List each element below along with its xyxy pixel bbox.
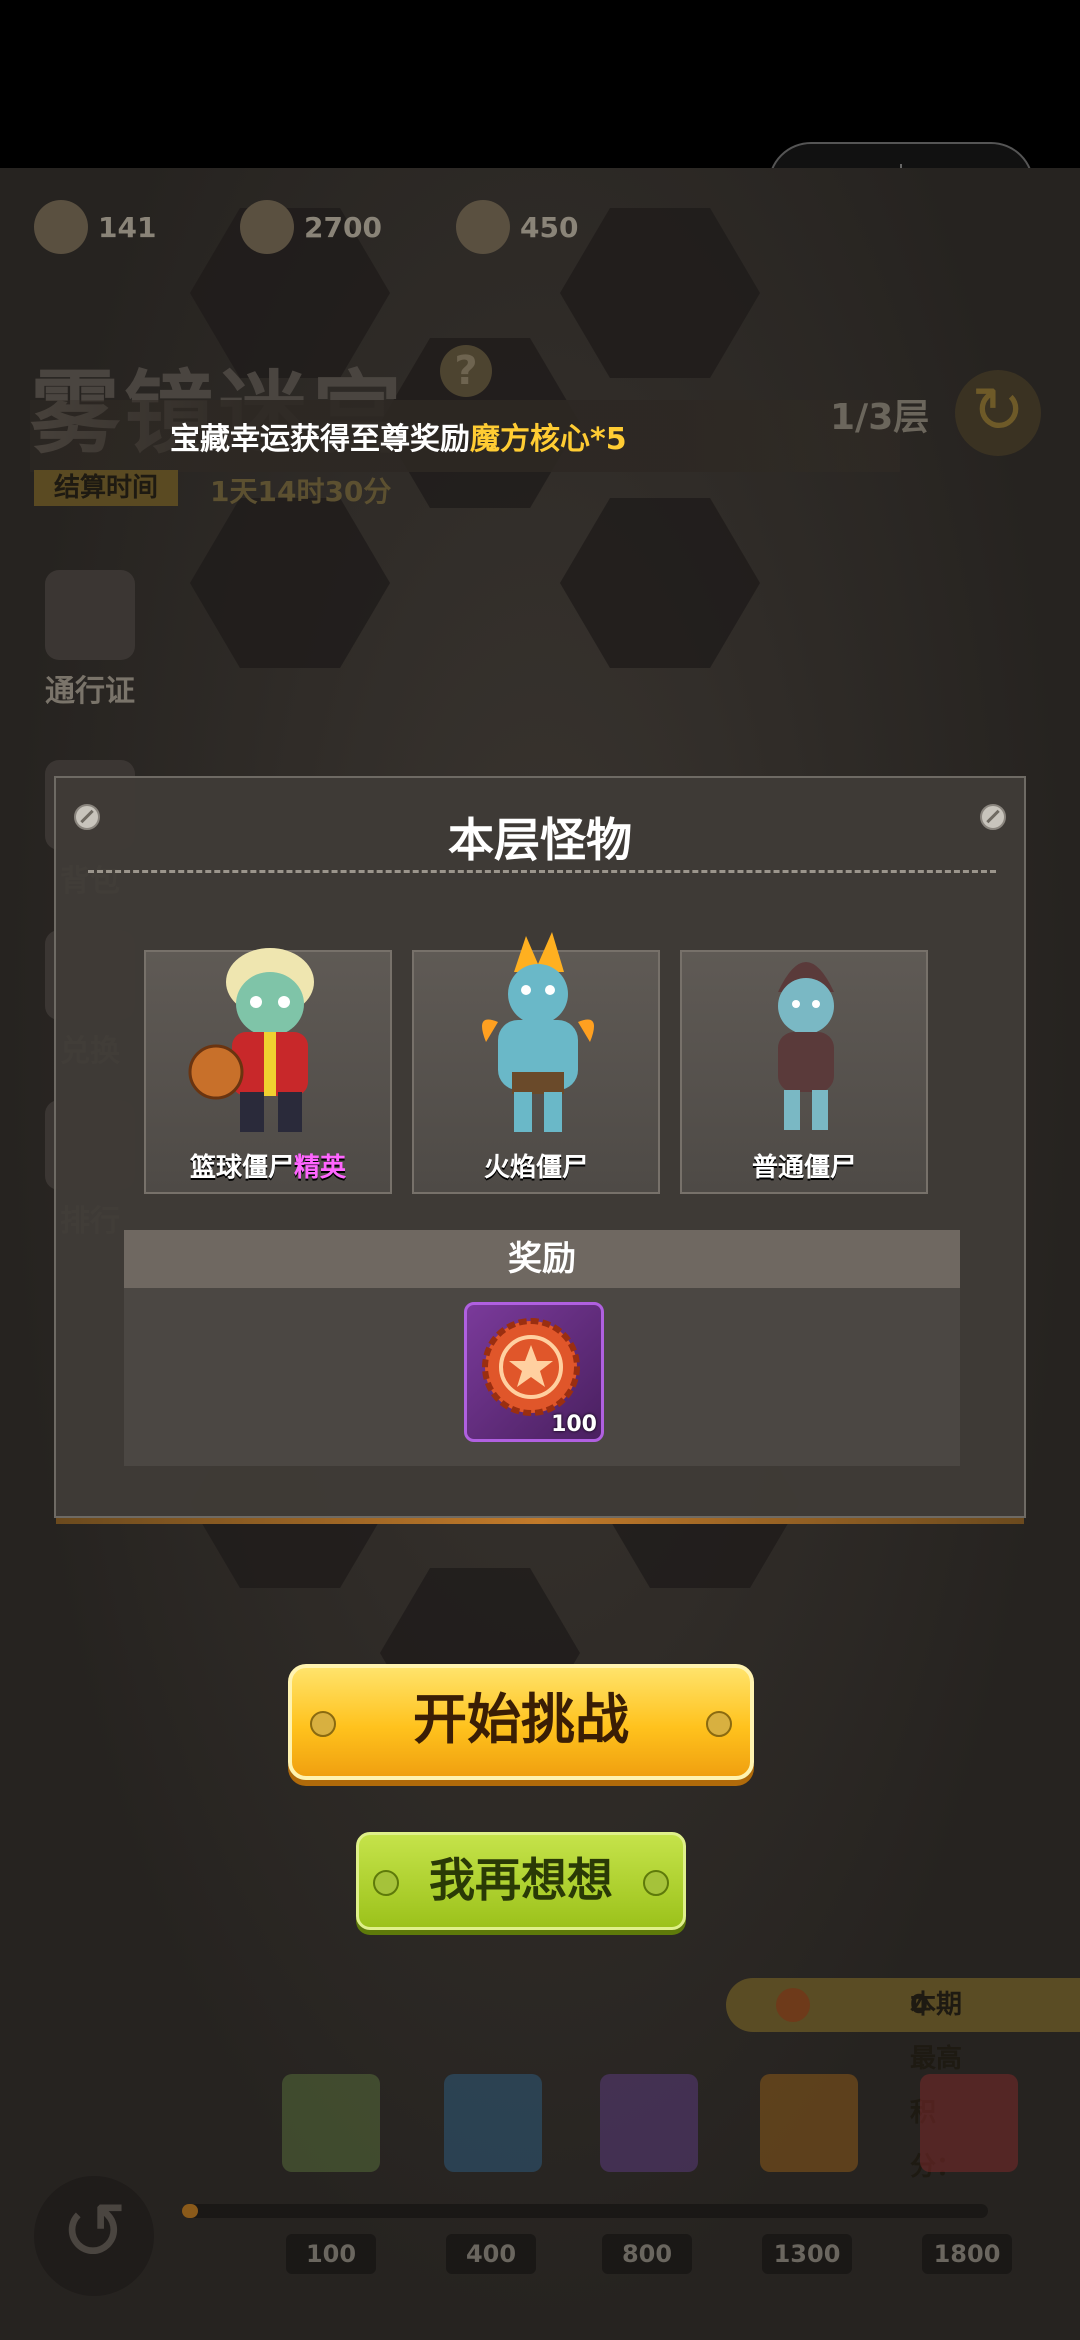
floor-indicator: 1/3层 <box>830 397 930 438</box>
reward-chest-3[interactable] <box>600 2074 698 2172</box>
score-progress-track <box>182 2204 988 2218</box>
bolt-icon <box>373 1870 399 1896</box>
back-arrow-icon[interactable]: ↺ <box>34 2176 154 2296</box>
reward-chest-4[interactable] <box>760 2074 858 2172</box>
score-coin-icon <box>776 1988 810 2022</box>
gem-plus-icon[interactable] <box>34 200 88 254</box>
gem-count: 141 <box>98 210 157 244</box>
refresh-icon[interactable]: ↻ <box>955 370 1041 456</box>
elite-tag: 精英 <box>294 1153 347 1183</box>
reward-chest-2[interactable] <box>444 2074 542 2172</box>
reward-item[interactable]: 100 <box>464 1302 604 1442</box>
monster-card-fire: 火焰僵尸 <box>412 932 660 1194</box>
bolt-icon <box>706 1711 732 1737</box>
score-progress-fill <box>182 2204 198 2218</box>
reward-title: 奖励 <box>124 1230 960 1288</box>
announcement-marquee: 宝藏幸运获得至尊奖励 魔方核心*5 <box>30 400 900 472</box>
monster-name: 篮球僵尸精英 <box>189 1153 347 1183</box>
settle-label: 结算时间 <box>34 470 179 506</box>
title-divider <box>88 870 996 873</box>
reward-chest-5[interactable] <box>920 2074 1018 2172</box>
start-challenge-button[interactable]: 开始挑战 <box>288 1664 754 1780</box>
ticket-icon <box>456 200 510 254</box>
reward-count: 100 <box>551 1412 597 1437</box>
milestone-label: 1800 <box>922 2234 1012 2274</box>
resource-tickets: 450 <box>456 200 578 254</box>
normal-zombie-icon <box>778 962 834 1130</box>
help-icon[interactable]: ? <box>440 345 492 397</box>
coin-count: 2700 <box>304 210 382 244</box>
monster-name: 普通僵尸 <box>751 1153 856 1183</box>
pass-book-icon <box>45 570 135 660</box>
monster-card-basketball: 篮球僵尸精英 <box>144 948 392 1194</box>
ticket-count: 450 <box>520 210 579 244</box>
side-item-pass[interactable]: 通行证 <box>30 570 150 710</box>
monster-name: 火焰僵尸 <box>483 1153 588 1183</box>
side-item-label: 通行证 <box>45 674 135 709</box>
milestone-label: 800 <box>602 2234 692 2274</box>
compass-coin-icon <box>240 200 294 254</box>
dialog-title: 本层怪物 <box>448 813 632 867</box>
fire-zombie-icon <box>482 932 594 1132</box>
start-button-label: 开始挑战 <box>413 1688 629 1751</box>
rethink-button-label: 我再想想 <box>429 1853 613 1907</box>
milestone-label: 400 <box>446 2234 536 2274</box>
rethink-button[interactable]: 我再想想 <box>356 1832 686 1930</box>
basketball-zombie-icon <box>188 948 314 1132</box>
marquee-highlight: 魔方核心*5 <box>470 422 627 457</box>
reward-chest-1[interactable] <box>282 2074 380 2172</box>
resource-gems: 141 <box>34 200 156 254</box>
bolt-icon <box>310 1711 336 1737</box>
resource-coins: 2700 <box>240 200 382 254</box>
monster-info-dialog: 本层怪物 篮球僵尸精英 火焰僵尸 普通僵尸 奖励 100 <box>54 776 1026 1524</box>
best-score-bar: 本期最高积分：0 <box>726 1978 1080 2182</box>
monster-card-normal: 普通僵尸 <box>680 950 928 1194</box>
milestone-label: 100 <box>286 2234 376 2274</box>
settle-countdown: 1天14时30分 <box>210 475 392 508</box>
milestone-label: 1300 <box>762 2234 852 2274</box>
bolt-icon <box>643 1870 669 1896</box>
marquee-text: 宝藏幸运获得至尊奖励 <box>170 422 470 457</box>
